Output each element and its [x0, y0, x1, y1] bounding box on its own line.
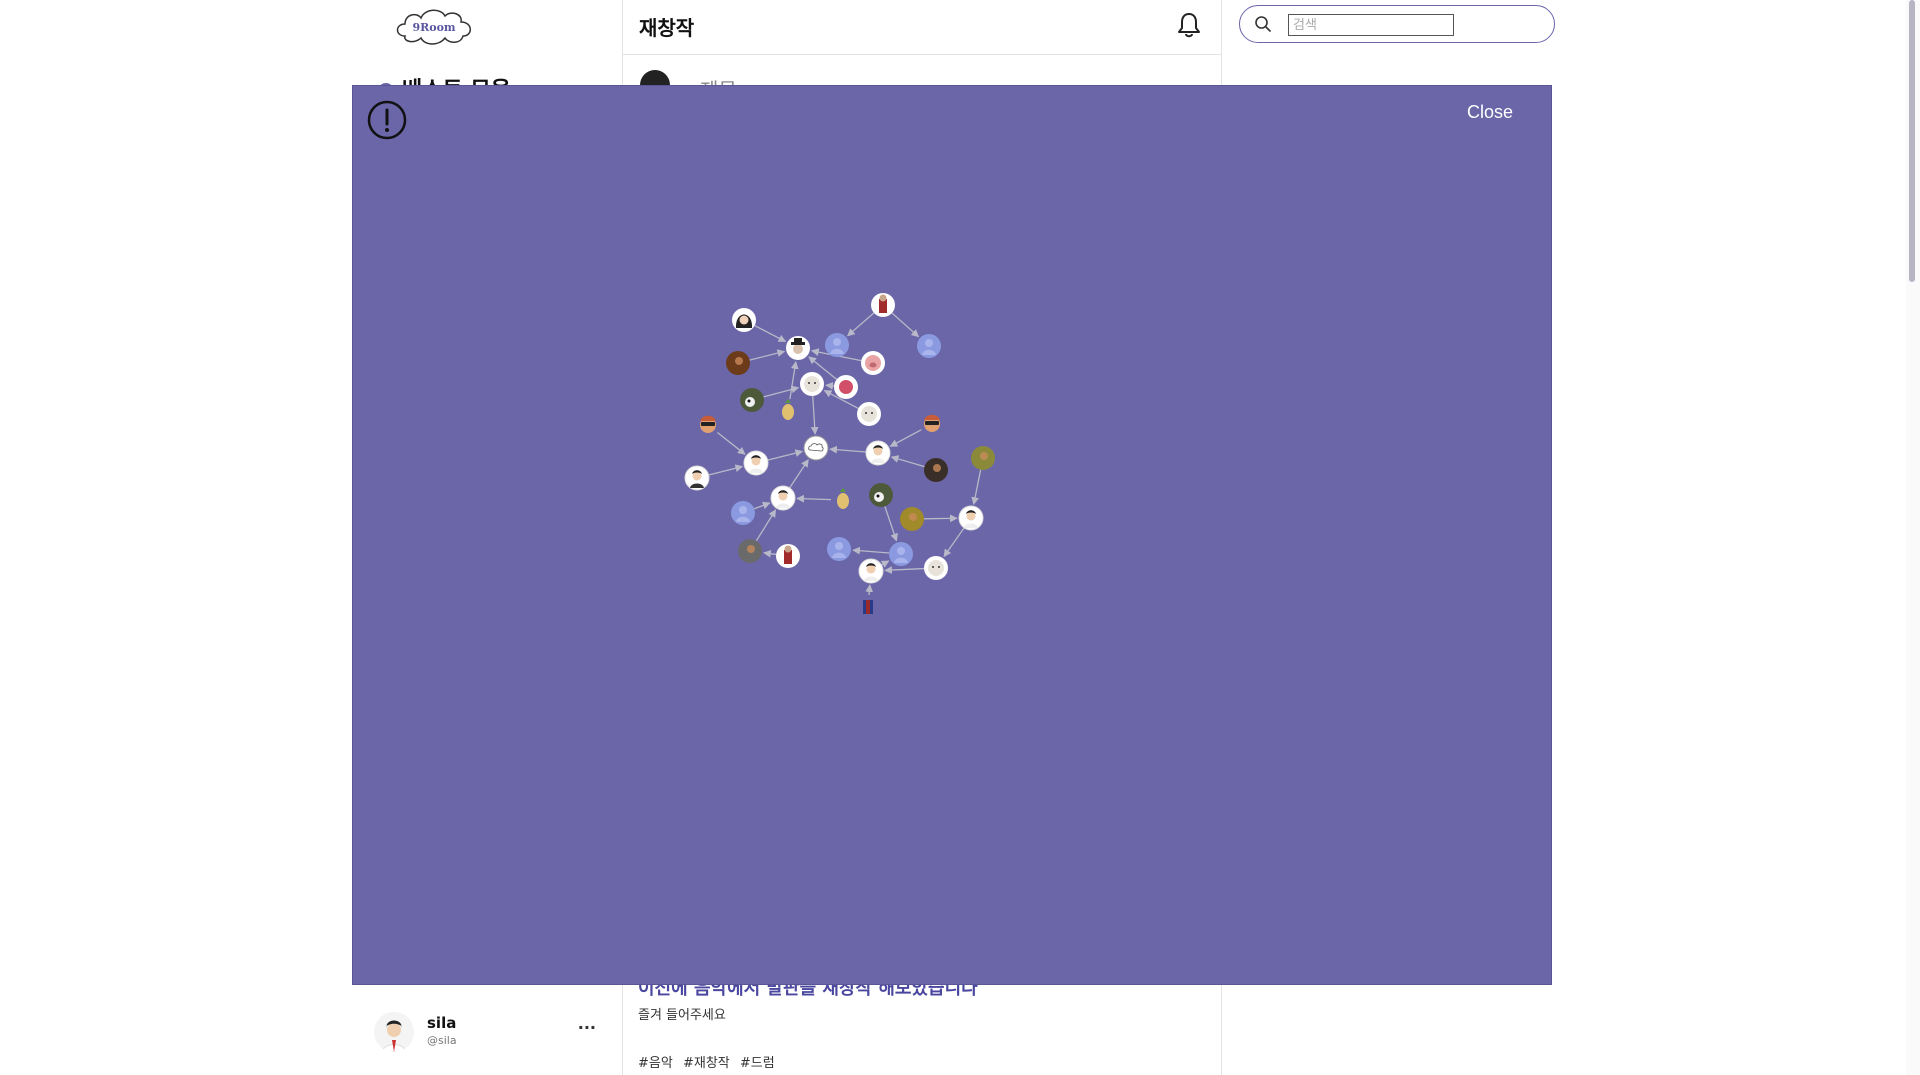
graph-node-avatar[interactable]	[803, 435, 829, 461]
graph-node-avatar[interactable]	[825, 333, 849, 357]
graph-edge	[763, 385, 800, 398]
graph-edge	[865, 584, 874, 596]
post-tags: #음악 #재창작 #드럼	[638, 1052, 781, 1071]
graph-edge	[890, 455, 925, 468]
graph-edge	[829, 445, 867, 454]
graph-node-avatar[interactable]	[857, 402, 881, 426]
graph-edge	[717, 431, 746, 455]
main-header: 재창작	[623, 0, 1221, 55]
graph-edge	[755, 509, 777, 542]
tag-link[interactable]: #재창작	[683, 1056, 730, 1071]
graph-edge	[796, 494, 832, 503]
graph-modal: Close	[352, 85, 1552, 985]
graph-edge	[884, 506, 898, 542]
graph-edge	[846, 312, 875, 337]
graph-node-avatar[interactable]	[731, 501, 755, 525]
graph-node-avatar[interactable]	[786, 336, 810, 360]
graph-edge	[754, 324, 787, 343]
graph-edge	[852, 546, 890, 555]
graph-edge	[767, 449, 804, 461]
user-profile-card[interactable]: sila @sila ···	[374, 1010, 604, 1054]
notification-bell-icon[interactable]	[1175, 11, 1203, 39]
graph-node-avatar[interactable]	[696, 413, 720, 437]
tag-link[interactable]: #드럼	[740, 1056, 775, 1071]
graph-node-avatar[interactable]	[865, 440, 891, 466]
graph-node-avatar[interactable]	[861, 351, 885, 375]
graph-edge	[889, 429, 922, 447]
graph-edge	[971, 469, 982, 506]
graph-node-avatar[interactable]	[871, 293, 895, 317]
graph-edge	[810, 395, 819, 435]
graph-node-avatar[interactable]	[856, 595, 880, 619]
graph-node-avatar[interactable]	[869, 483, 893, 507]
user-avatar	[374, 1012, 414, 1052]
graph-edge	[754, 501, 771, 510]
user-handle: @sila	[427, 1034, 457, 1047]
graph-node-avatar[interactable]	[900, 507, 924, 531]
graph-node-avatar[interactable]	[776, 544, 800, 568]
graph-node-avatar[interactable]	[684, 465, 710, 491]
graph-node-avatar[interactable]	[971, 446, 995, 470]
graph-node-avatar[interactable]	[920, 412, 944, 436]
graph-node-avatar[interactable]	[834, 375, 858, 399]
cloud-logo-icon: 9Room	[396, 9, 471, 45]
graph-edge	[923, 514, 958, 523]
tag-link[interactable]: #음악	[638, 1056, 673, 1071]
app-logo[interactable]: 9Room	[393, 4, 475, 48]
graph-edge	[749, 349, 786, 361]
graph-node-avatar[interactable]	[776, 399, 800, 423]
logo-text: 9Room	[412, 21, 455, 34]
graph-node-avatar[interactable]	[740, 388, 764, 412]
remix-network-graph	[684, 293, 995, 619]
graph-node-avatar[interactable]	[732, 308, 756, 332]
graph-node-avatar[interactable]	[726, 351, 750, 375]
graph-node-avatar[interactable]	[827, 537, 851, 561]
graph-node-avatar[interactable]	[743, 450, 769, 476]
graph-node-avatar[interactable]	[770, 485, 796, 511]
graph-edge	[884, 566, 925, 574]
more-options-button[interactable]: ···	[578, 1018, 596, 1037]
page-title: 재창작	[639, 16, 695, 40]
user-name: sila	[427, 1014, 457, 1032]
page-scrollbar-thumb[interactable]	[1909, 0, 1915, 282]
search-icon	[1255, 16, 1271, 32]
graph-edge	[880, 560, 890, 568]
graph-node-avatar[interactable]	[858, 558, 884, 584]
graph-node-avatar[interactable]	[958, 505, 984, 531]
search-input[interactable]	[1288, 14, 1454, 36]
graph-node-avatar[interactable]	[924, 458, 948, 482]
graph-edge	[763, 549, 777, 558]
graph-node-avatar[interactable]	[889, 542, 913, 566]
post-body: 즐겨 들어주세요	[638, 1008, 726, 1023]
graph-node-avatar[interactable]	[800, 372, 824, 396]
graph-edge	[825, 381, 835, 390]
graph-node-avatar[interactable]	[924, 556, 948, 580]
search-bar	[1239, 5, 1555, 43]
graph-edge	[789, 361, 799, 400]
graph-node-avatar[interactable]	[738, 539, 762, 563]
graph-edge	[891, 312, 920, 338]
graph-edge	[708, 464, 744, 476]
graph-node-avatar[interactable]	[917, 334, 941, 358]
graph-nodes	[684, 293, 995, 619]
graph-edge	[943, 527, 965, 558]
graph-edge	[789, 459, 809, 489]
graph-node-avatar[interactable]	[831, 488, 855, 512]
